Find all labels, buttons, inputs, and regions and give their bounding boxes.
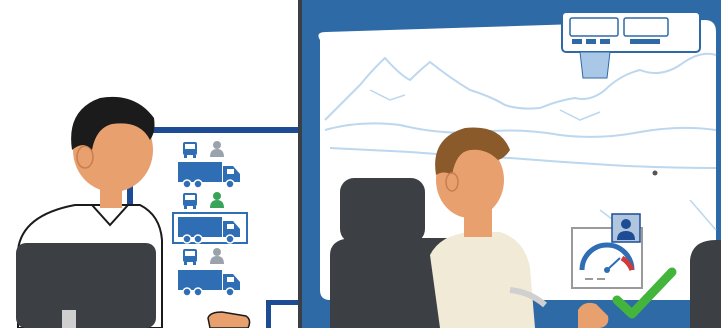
- mirror-dot: [652, 170, 658, 176]
- panel-divider: [298, 0, 302, 328]
- truck-cab-panel: [302, 0, 721, 328]
- driver-profile-icon: [611, 213, 641, 243]
- scene-illustration: [0, 0, 721, 328]
- passenger-seat: [690, 240, 721, 328]
- dispatcher-office-panel: [0, 0, 298, 328]
- office-chair: [16, 243, 156, 328]
